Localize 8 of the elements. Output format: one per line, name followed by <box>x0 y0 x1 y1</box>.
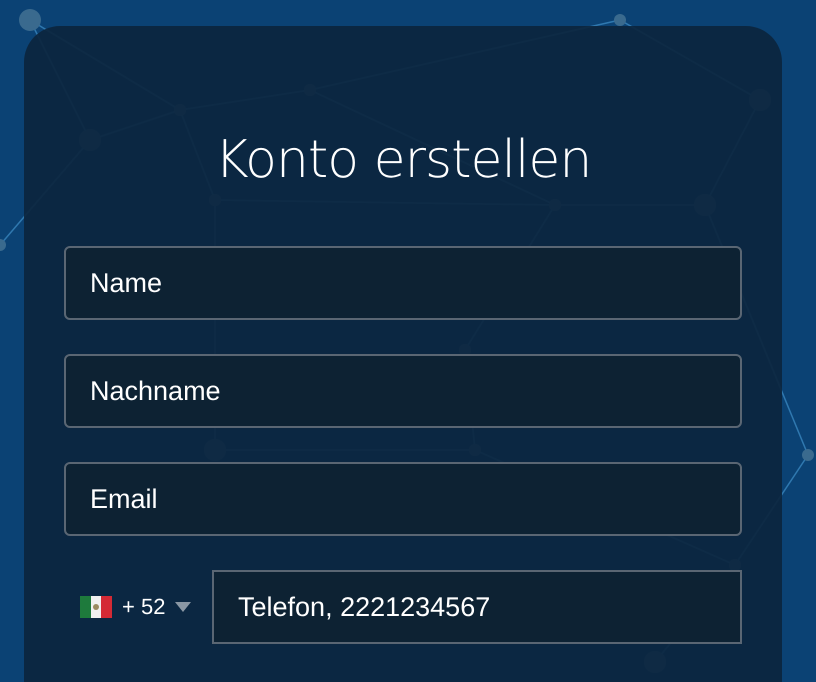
input-field[interactable]: Email <box>64 462 742 536</box>
input-field[interactable]: Name <box>64 246 742 320</box>
phone-input-field[interactable]: Telefon, 2221234567 <box>212 570 742 644</box>
flag-icon <box>80 596 112 618</box>
caret-icon <box>175 602 192 612</box>
input-field[interactable]: Nachname <box>64 354 742 428</box>
form-title: Konto erstellen <box>214 129 592 192</box>
country-code-select[interactable]: + 52 <box>64 570 212 644</box>
